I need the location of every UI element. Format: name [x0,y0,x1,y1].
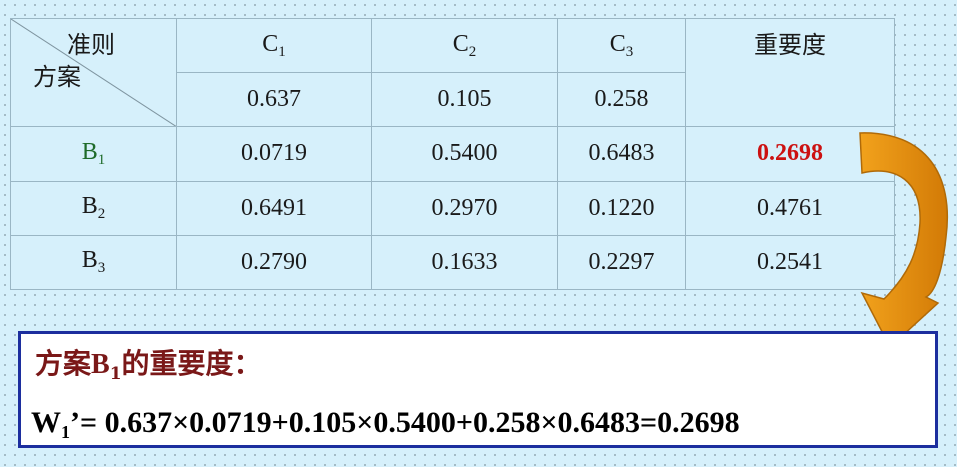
cell-value: 0.2790 [176,234,372,291]
criteria-label: 准则 [67,31,115,59]
formula-box: 方案B1的重要度： W1’= 0.637×0.0719+0.105×0.5400… [18,331,938,448]
table-row: B3 0.2790 0.1633 0.2297 0.2541 [10,234,895,291]
alternatives-label: 方案 [33,63,81,91]
row-label-b2: B2 [10,180,177,236]
col-header-c1: C1 [176,17,372,74]
cell-value: 0.0719 [176,126,372,182]
col-header-c3: C3 [557,17,686,74]
col-header-c2: C2 [371,17,558,74]
cell-value: 0.1220 [557,180,686,236]
cell-value: 0.1633 [371,234,558,291]
importance-header: 重要度 [685,17,895,128]
table-row: B2 0.6491 0.2970 0.1220 0.4761 [10,180,895,236]
curved-arrow-icon [859,132,948,349]
cell-value: 0.6491 [176,180,372,236]
weight-c1: 0.637 [176,72,372,128]
cell-value: 0.2297 [557,234,686,291]
cell-value: 0.5400 [371,126,558,182]
formula-title: 方案B1的重要度： [35,347,262,384]
row-label-b1: B1 [10,126,177,182]
row-label-b3: B3 [10,234,177,291]
weight-formula: W1’= 0.637×0.0719+0.105×0.5400+0.258×0.6… [31,406,740,442]
weight-c3: 0.258 [557,72,686,128]
corner-header: 准则 方案 [10,17,177,128]
importance-matrix: 准则 方案 C1 C2 C3 重要度 0.637 0.105 0.258 B1 … [10,17,895,291]
cell-value: 0.6483 [557,126,686,182]
weight-c2: 0.105 [371,72,558,128]
cell-value: 0.2970 [371,180,558,236]
table-row: B1 0.0719 0.5400 0.6483 0.2698 [10,126,895,182]
